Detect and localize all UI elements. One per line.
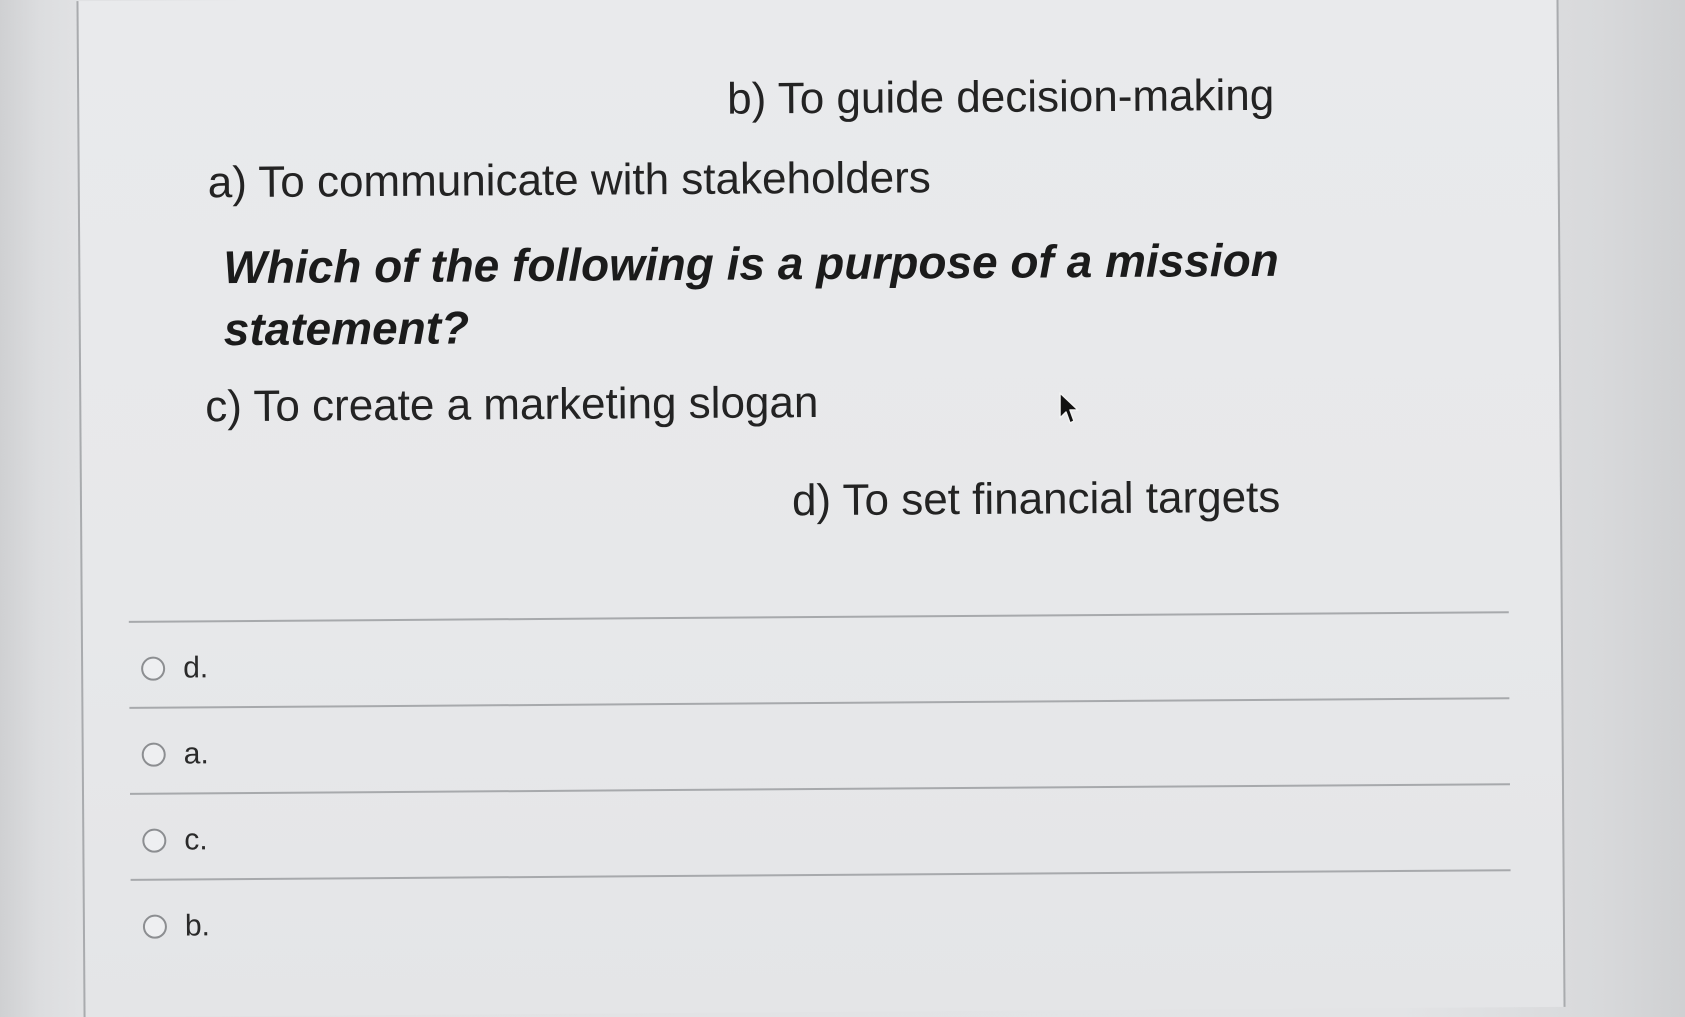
option-b-text: b) To guide decision-making	[727, 70, 1275, 124]
answer-label: b.	[184, 909, 211, 943]
option-a-text: a) To communicate with stakeholders	[207, 153, 931, 208]
mouse-cursor-icon	[1059, 392, 1079, 424]
option-c-text: c) To create a marketing slogan	[205, 378, 819, 432]
answer-choice-b[interactable]: b.	[142, 906, 211, 946]
answer-label: d.	[183, 651, 209, 685]
option-d-text: d) To set financial targets	[791, 472, 1281, 526]
divider	[130, 869, 1511, 881]
divider	[129, 783, 1510, 795]
radio-button[interactable]	[141, 656, 166, 681]
answer-choice-c[interactable]: c.	[142, 820, 208, 860]
radio-button[interactable]	[142, 828, 167, 853]
question-text: Which of the following is a purpose of a…	[223, 233, 1279, 356]
radio-button[interactable]	[142, 914, 168, 939]
answer-choice-a[interactable]: a.	[141, 734, 209, 774]
divider	[128, 611, 1509, 623]
answer-label: a.	[183, 737, 209, 771]
answer-choice-d[interactable]: d.	[141, 648, 208, 688]
answer-label: c.	[184, 823, 208, 857]
divider	[129, 697, 1510, 709]
question-card: b) To guide decision-making a) To commun…	[76, 0, 1566, 1017]
radio-button[interactable]	[141, 742, 166, 767]
